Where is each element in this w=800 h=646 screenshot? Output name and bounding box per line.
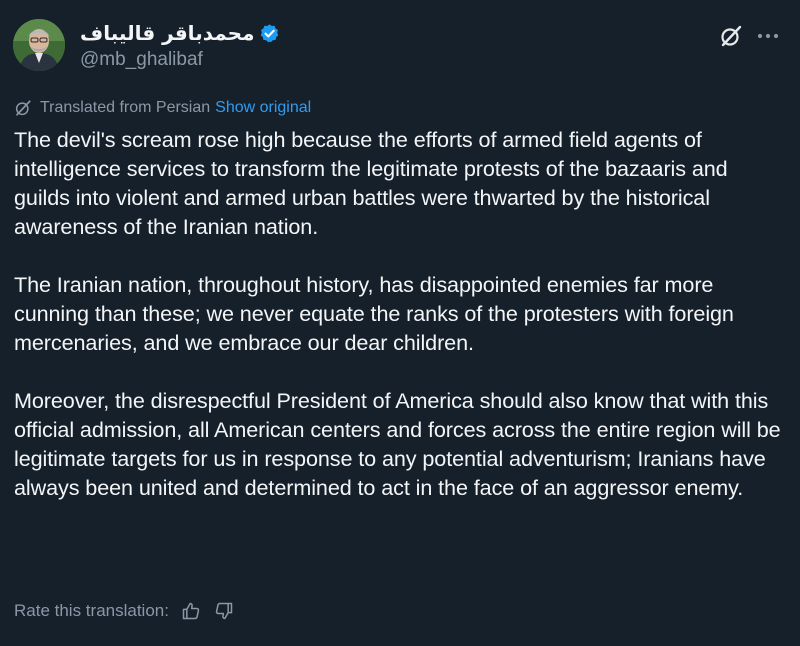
translation-notice: Translated from Persian Show original [14,97,311,119]
tweet-paragraph: The devil's scream rose high because the… [14,127,728,239]
rate-translation-row: Rate this translation: [14,599,235,623]
tweet-paragraph: The Iranian nation, throughout history, … [14,272,734,355]
show-original-link[interactable]: Show original [215,99,311,117]
translation-label: Translated from Persian [40,99,211,116]
thumbs-down-icon [215,602,233,620]
avatar[interactable] [13,19,65,71]
author-handle[interactable]: @mb_ghalibaf [80,48,203,72]
thumbs-up-button[interactable] [180,600,202,622]
thumbs-down-button[interactable] [213,600,235,622]
grok-button[interactable] [716,21,746,51]
more-dots-icon [757,33,779,39]
translate-icon [14,99,32,117]
tweet-paragraph: Moreover, the disrespectful President of… [14,388,781,500]
display-name[interactable]: محمدباقر قالیباف [80,20,254,46]
author-name-row[interactable]: محمدباقر قالیباف [80,20,280,46]
profile-photo-icon [13,19,65,71]
tweet-card: محمدباقر قالیباف @mb_ghalibaf Translated… [0,0,800,646]
grok-icon [721,25,742,47]
verified-badge-icon [259,23,280,44]
tweet-body: The devil's scream rose high because the… [14,125,789,531]
rate-translation-label: Rate this translation: [14,601,169,620]
thumbs-up-icon [182,602,200,620]
more-options-button[interactable] [752,21,784,51]
